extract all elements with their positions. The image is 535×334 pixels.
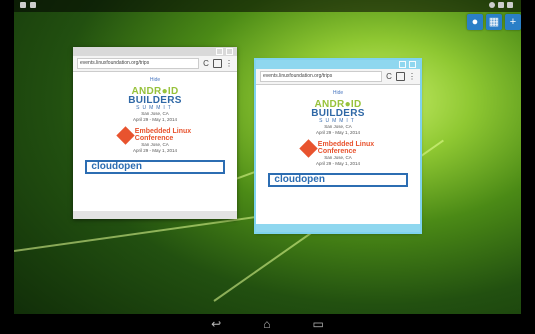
elc-title: Embedded Linux [134,128,192,135]
page-content: Hide ANDR●ID BUILDERS SUMMIT San Jose, C… [73,72,237,174]
wallpaper: ● ▦ + events.linuxfoundation.org/trips C… [14,0,521,334]
cloudopen-logo[interactable]: cloudopen [85,160,225,174]
window-bottom-bar[interactable] [73,211,237,219]
embedded-linux-logo[interactable]: Embedded Linux Conference [256,138,420,158]
tabs-icon[interactable] [213,59,222,68]
add-icon[interactable]: + [505,14,521,30]
home-icon[interactable]: ⌂ [263,317,270,331]
menu-icon[interactable]: ⋮ [408,72,416,82]
navigation-bar: ↩ ⌂ ▭ [14,314,521,334]
reload-icon[interactable]: C [202,59,210,69]
elc-subtitle: Conference [317,148,357,155]
floating-browser-window[interactable]: events.linuxfoundation.org/trips C ⋮ Hid… [254,58,422,234]
elc-subtitle: Conference [134,135,174,142]
elc-title: Embedded Linux [317,141,375,148]
floating-browser-window[interactable]: events.linuxfoundation.org/trips C ⋮ Hid… [73,47,237,219]
window-bottom-bar[interactable] [256,224,420,232]
status-bar [14,0,521,12]
notification-icon [20,2,26,8]
address-bar: events.linuxfoundation.org/trips C ⋮ [256,69,420,85]
maximize-icon[interactable] [216,48,223,55]
hide-link[interactable]: Hide [256,90,420,96]
back-icon[interactable]: ↩ [211,317,221,331]
page-content: Hide ANDR●ID BUILDERS SUMMIT San Jose, C… [256,85,420,187]
event-dates: April 29 - May 1, 2014 [315,161,361,166]
recents-icon[interactable]: ▭ [312,317,323,331]
grid-icon[interactable]: ▦ [486,14,502,30]
menu-icon[interactable]: ⋮ [225,59,233,69]
notification-icon [30,2,36,8]
embedded-linux-logo[interactable]: Embedded Linux Conference [73,125,237,145]
close-icon[interactable] [409,61,416,68]
window-title-bar[interactable] [73,47,237,56]
user-icon[interactable]: ● [467,14,483,30]
event-dates: April 29 - May 1, 2014 [132,148,178,153]
tabs-icon[interactable] [396,72,405,81]
maximize-icon[interactable] [399,61,406,68]
android-builders-logo[interactable]: ANDR●ID BUILDERS [73,87,237,106]
cloudopen-logo[interactable]: cloudopen [268,173,408,187]
event-dates: April 29 - May 1, 2014 [315,130,361,135]
event-dates: April 29 - May 1, 2014 [132,117,178,122]
url-field[interactable]: events.linuxfoundation.org/trips [77,58,199,69]
window-title-bar[interactable] [256,60,420,69]
reload-icon[interactable]: C [385,72,393,82]
top-action-buttons: ● ▦ + [467,14,521,30]
bluetooth-icon [489,2,495,8]
battery-icon [507,2,513,8]
hide-link[interactable]: Hide [73,77,237,83]
address-bar: events.linuxfoundation.org/trips C ⋮ [73,56,237,72]
android-builders-logo[interactable]: ANDR●ID BUILDERS [256,100,420,119]
close-icon[interactable] [226,48,233,55]
wifi-icon [498,2,504,8]
url-field[interactable]: events.linuxfoundation.org/trips [260,71,382,82]
